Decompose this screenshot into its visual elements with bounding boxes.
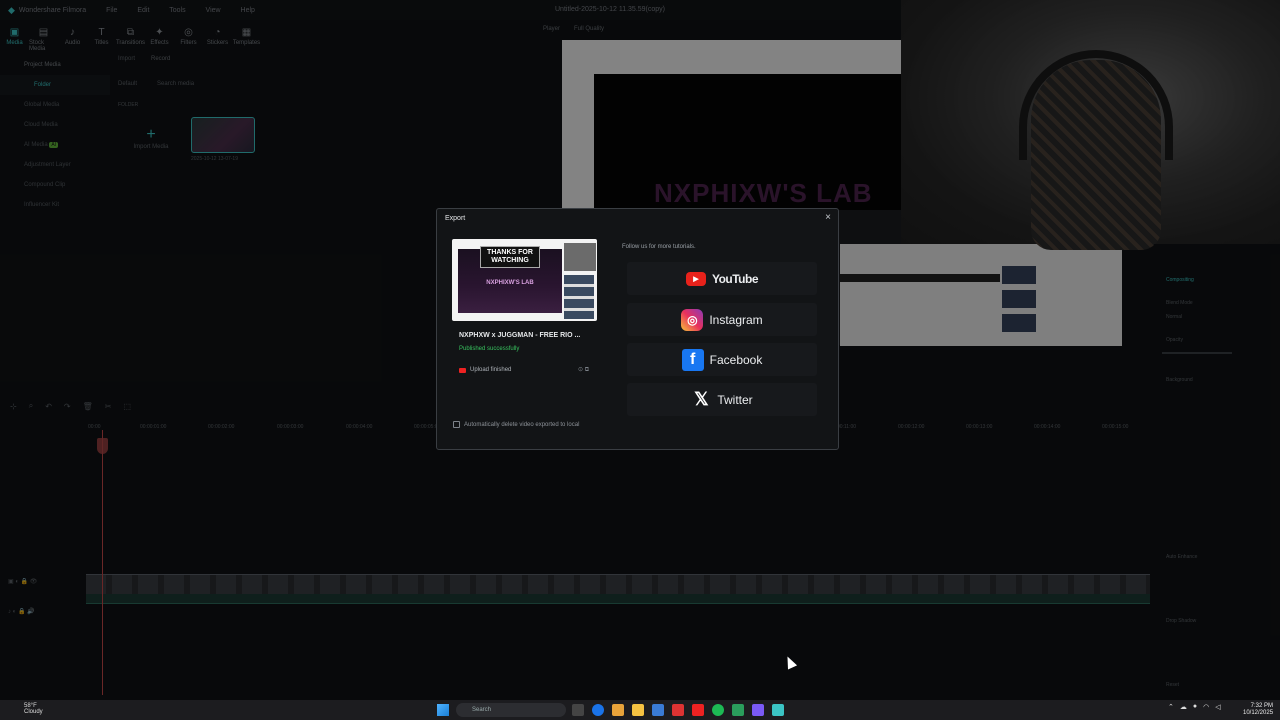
preview-lab-text: NXPHIXW'S LAB bbox=[486, 280, 534, 286]
app-red-icon[interactable] bbox=[672, 704, 684, 716]
info-icon[interactable]: ⊙ bbox=[578, 367, 583, 373]
facebook-icon: f bbox=[681, 348, 704, 371]
facebook-label: Facebook bbox=[709, 352, 763, 367]
weather-desc: Cloudy bbox=[24, 709, 43, 715]
taskbar-search-input[interactable]: Search bbox=[456, 703, 566, 717]
close-icon[interactable]: × bbox=[825, 212, 831, 223]
mic-icon[interactable]: ● bbox=[1193, 703, 1197, 711]
preview-thanks-text: THANKS FOR WATCHING bbox=[480, 246, 540, 268]
dialog-title: Export bbox=[445, 215, 466, 222]
exported-video-title: NXPHXW x JUGGMAN - FREE RIO ... bbox=[459, 332, 581, 339]
xbox-icon[interactable] bbox=[732, 704, 744, 716]
youtube-mini-icon bbox=[459, 367, 466, 373]
publish-status: Published successfully bbox=[459, 346, 520, 352]
auto-delete-label: Automatically delete video exported to l… bbox=[464, 421, 580, 428]
youtube-button[interactable]: ▶ YouTube bbox=[627, 262, 817, 295]
chevron-up-icon[interactable]: ⌃ bbox=[1168, 703, 1174, 711]
windows-start-icon[interactable] bbox=[437, 704, 449, 716]
youtube-label: YouTube bbox=[711, 271, 759, 286]
export-dialog: Export × THANKS FOR WATCHING NXPHIXW'S L… bbox=[436, 208, 839, 450]
clock-date: 10/12/2025 bbox=[1243, 710, 1274, 716]
instagram-label: Instagram bbox=[709, 312, 763, 327]
windows-taskbar: 58°F Cloudy Search ⌃ ☁ ● ◠ ◁ 7:32 PM 10/… bbox=[0, 700, 1280, 720]
preview-webcam bbox=[564, 243, 596, 271]
filmora-taskbar-icon[interactable] bbox=[772, 704, 784, 716]
facebook-button[interactable]: f Facebook bbox=[627, 343, 817, 376]
auto-delete-option[interactable]: Automatically delete video exported to l… bbox=[453, 421, 579, 428]
x-twitter-icon: 𝕏 bbox=[694, 389, 709, 409]
auto-delete-checkbox[interactable] bbox=[453, 421, 460, 428]
edge-icon[interactable] bbox=[592, 704, 604, 716]
open-link-icon[interactable]: ⧉ bbox=[585, 367, 589, 373]
task-view-icon[interactable] bbox=[572, 704, 584, 716]
follow-us-text: Follow us for more tutorials. bbox=[622, 244, 696, 250]
youtube-taskbar-icon[interactable] bbox=[692, 704, 704, 716]
youtube-icon: ▶ bbox=[685, 271, 706, 286]
folder-icon[interactable] bbox=[612, 704, 624, 716]
wifi-icon[interactable]: ◠ bbox=[1203, 703, 1209, 711]
volume-icon[interactable]: ◁ bbox=[1215, 703, 1220, 711]
spotify-icon[interactable] bbox=[712, 704, 724, 716]
weather-widget[interactable]: 58°F Cloudy bbox=[24, 703, 43, 715]
explorer-icon[interactable] bbox=[632, 704, 644, 716]
upload-status-row: Upload finished ⊙ ⧉ bbox=[459, 366, 589, 374]
instagram-icon: ◎ bbox=[681, 308, 704, 331]
upload-status-text: Upload finished bbox=[470, 367, 512, 373]
twitter-label: Twitter bbox=[717, 392, 753, 407]
clock-time: 7:32 PM bbox=[1250, 703, 1274, 709]
upload-actions: ⊙ ⧉ bbox=[578, 366, 589, 374]
system-tray: ⌃ ☁ ● ◠ ◁ bbox=[1168, 703, 1221, 711]
discord-icon[interactable] bbox=[752, 704, 764, 716]
instagram-button[interactable]: ◎ Instagram bbox=[627, 303, 817, 336]
store-icon[interactable] bbox=[652, 704, 664, 716]
video-preview-thumbnail: THANKS FOR WATCHING NXPHIXW'S LAB bbox=[452, 239, 597, 321]
twitter-button[interactable]: 𝕏 Twitter bbox=[627, 383, 817, 416]
taskbar-clock[interactable]: 7:32 PM 10/12/2025 bbox=[1243, 703, 1273, 717]
cloud-icon[interactable]: ☁ bbox=[1180, 703, 1187, 711]
taskbar-apps bbox=[572, 704, 784, 716]
filmora-window: ◆ Wondershare Filmora File Edit Tools Vi… bbox=[0, 0, 1280, 700]
preview-sidebar bbox=[564, 275, 594, 319]
